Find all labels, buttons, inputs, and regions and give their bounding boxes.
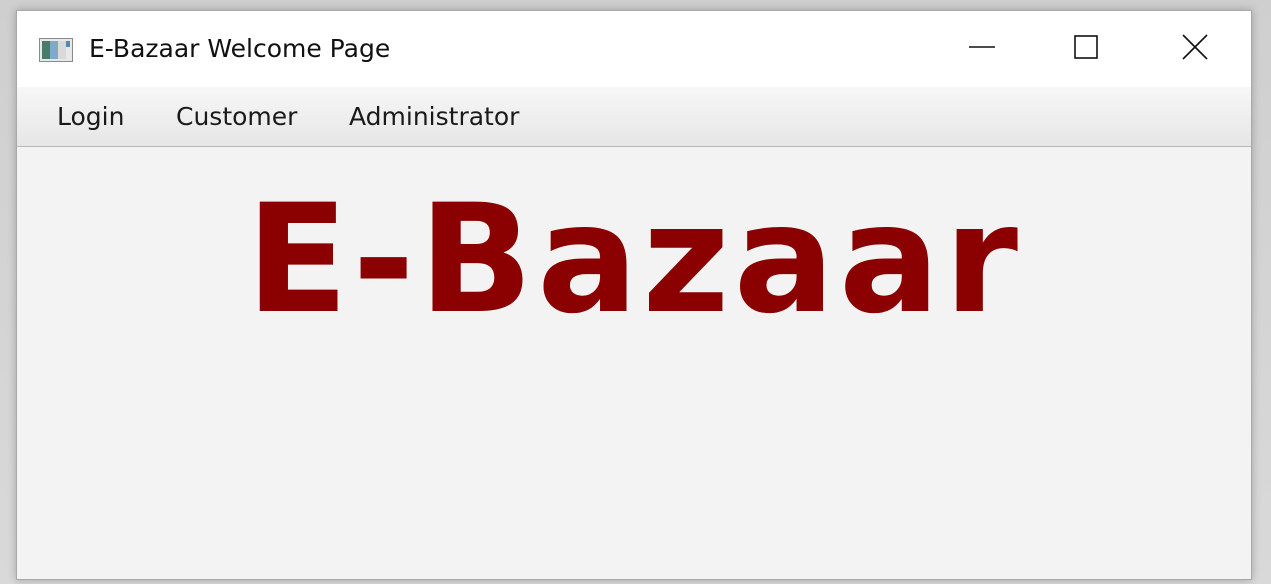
title-bar[interactable]: E-Bazaar Welcome Page [17,11,1251,87]
minimize-icon [969,34,995,64]
menu-login[interactable]: Login [55,101,126,133]
maximize-icon [1073,34,1099,64]
content-pane: E-Bazaar [17,147,1251,579]
desktop-background: E-Bazaar Welcome Page Login Customer Adm… [0,0,1271,584]
java-app-icon [39,38,73,62]
minimize-button[interactable] [930,11,1034,87]
window-title: E-Bazaar Welcome Page [89,34,391,63]
close-button[interactable] [1138,11,1251,87]
app-window: E-Bazaar Welcome Page Login Customer Adm… [16,10,1252,580]
close-icon [1181,33,1209,65]
maximize-button[interactable] [1034,11,1138,87]
app-banner-title: E-Bazaar [246,173,1022,347]
menu-administrator[interactable]: Administrator [347,101,521,133]
menu-customer[interactable]: Customer [174,101,299,133]
menu-bar: Login Customer Administrator [17,87,1251,147]
